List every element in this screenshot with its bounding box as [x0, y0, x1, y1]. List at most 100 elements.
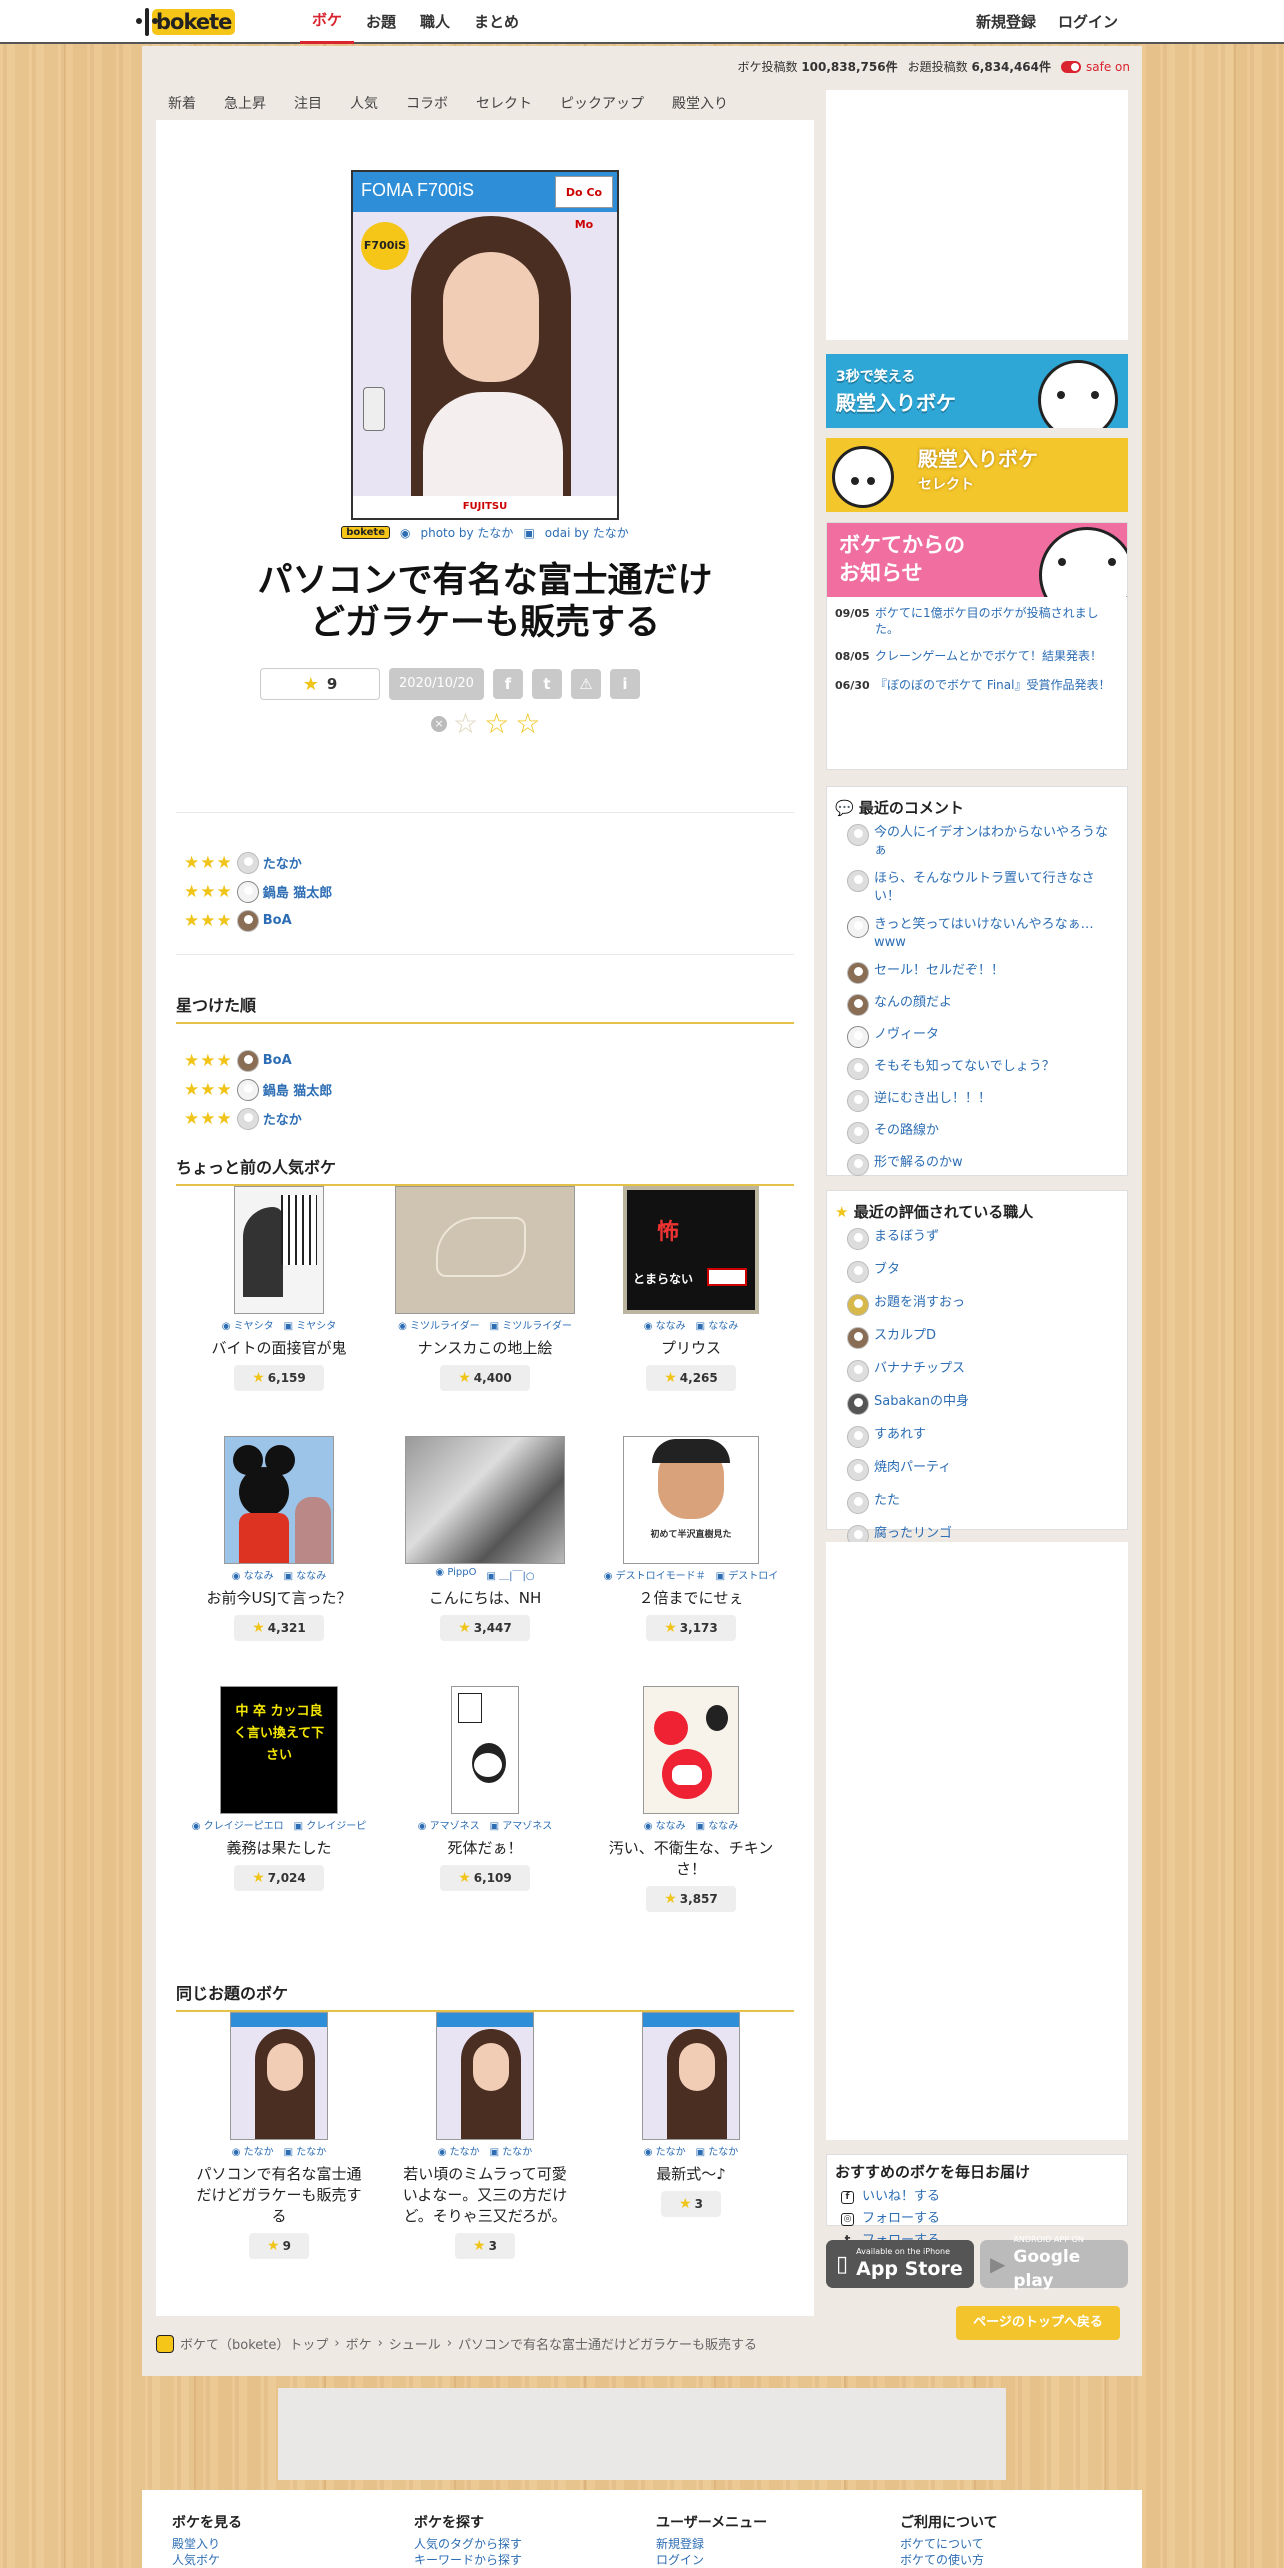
rate-star-1[interactable]: ☆ [453, 710, 478, 738]
odai-credit-link[interactable]: odai by たなか [545, 524, 629, 541]
clear-rating-icon[interactable]: × [431, 716, 447, 732]
rate-star-3[interactable]: ☆ [515, 710, 540, 738]
boke-caption[interactable]: ２倍までにせぇ [588, 1588, 794, 1609]
google-play-button[interactable]: ▶ ANDROID APP ON Google play [980, 2235, 1128, 2291]
tab-collab[interactable]: コラボ [392, 90, 462, 118]
boke-thumbnail[interactable] [643, 1686, 739, 1814]
tab-select[interactable]: セレクト [462, 90, 546, 118]
safe-mode-toggle[interactable]: safe on [1061, 60, 1130, 74]
boke-caption[interactable]: 汚い、不衛生な、チキンさ！ [588, 1838, 794, 1880]
login-link[interactable]: ログイン [1047, 0, 1129, 44]
twitter-share-icon[interactable]: t [531, 669, 562, 699]
rater-name[interactable]: BoA [263, 913, 292, 928]
boke-credits: ◉ ななみ ▣ ななみ [176, 1567, 382, 1582]
facebook-like-link[interactable]: f いいね！する [841, 2186, 1113, 2208]
boke-thumbnail[interactable] [224, 1436, 334, 1564]
avatar [847, 1058, 869, 1080]
hall-of-fame-banner[interactable]: 3秒で笑える 殿堂入りボケ [826, 354, 1128, 428]
rater-name[interactable]: 鍋島 猫太郎 [263, 882, 333, 901]
rater-row: ★★★ BoA [184, 909, 292, 932]
tab-rising[interactable]: 急上昇 [210, 90, 280, 118]
info-icon[interactable]: i [609, 669, 640, 699]
report-icon[interactable]: ⚠ [570, 669, 601, 699]
boke-credits: ◉ アマゾネス ▣ アマゾネス [382, 1817, 588, 1832]
boke-card[interactable]: ◉ PippO ▣ ＿|￣|○ こんにちは、NH ★ 3,447 [382, 1436, 588, 1641]
boke-caption[interactable]: バイトの面接官が鬼 [176, 1338, 382, 1359]
nav-matome[interactable]: まとめ [462, 0, 531, 44]
rating-input: × ☆ ☆ ☆ [431, 710, 540, 738]
boke-thumbnail[interactable]: 怖 とまらない [623, 1186, 759, 1314]
boke-credits: ◉ PippO ▣ ＿|￣|○ [382, 1567, 588, 1582]
boke-card[interactable]: ◉ ななみ ▣ ななみ 汚い、不衛生な、チキンさ！ ★ 3,857 [588, 1686, 794, 1912]
rater-name[interactable]: たなか [263, 853, 302, 872]
avatar [847, 1090, 869, 1112]
rater-name[interactable]: たなか [263, 1109, 302, 1128]
boke-card[interactable]: ◉ ななみ ▣ ななみ お前今USJて言った？ ★ 4,321 [176, 1436, 382, 1641]
star-icon: ★ [302, 673, 319, 695]
boke-card[interactable]: ◉ ミヤシタ ▣ ミヤシタ バイトの面接官が鬼 ★ 6,159 [176, 1186, 382, 1391]
boke-caption[interactable]: 死体だぁ！ [382, 1838, 588, 1859]
rater-name[interactable]: BoA [263, 1053, 292, 1068]
rate-star-2[interactable]: ☆ [484, 710, 509, 738]
boke-credits: ◉ たなか ▣ たなか [382, 2143, 588, 2158]
news-banner: ボケてからの お知らせ [827, 523, 1127, 597]
boke-thumbnail[interactable]: 中 卒 カッコ良く言い換えて下さい [220, 1686, 338, 1814]
camera-icon: ◉ ななみ [643, 1821, 686, 1832]
boke-caption[interactable]: お前今USJて言った？ [176, 1588, 382, 1609]
camera-icon: ◉ PippO [435, 1567, 477, 1578]
boke-thumbnail[interactable] [642, 2012, 740, 2140]
nav-boke[interactable]: ボケ [300, 0, 355, 44]
cat-mascot-icon [1038, 360, 1118, 428]
boke-thumbnail[interactable] [436, 2012, 534, 2140]
star-count: ★ 3 [455, 2233, 515, 2259]
boke-card[interactable]: ◉ たなか ▣ たなか パソコンで有名な富士通だけどガラケーも販売する ★ 9 [176, 2012, 382, 2259]
facebook-share-icon[interactable]: f [492, 669, 523, 699]
back-to-top-button[interactable]: ページのトップへ戻る [956, 2306, 1120, 2340]
apple-icon: ▯ [836, 2251, 849, 2277]
boke-caption[interactable]: 最新式〜♪ [588, 2164, 794, 2185]
signup-link[interactable]: 新規登録 [965, 0, 1047, 44]
boke-thumbnail[interactable]: 初めて半沢直樹見た [623, 1436, 759, 1564]
tab-pickup[interactable]: ピックアップ [546, 90, 658, 118]
boke-caption[interactable]: プリウス [588, 1338, 794, 1359]
boke-card[interactable]: ◉ アマゾネス ▣ アマゾネス 死体だぁ！ ★ 6,109 [382, 1686, 588, 1891]
boke-credits: ◉ クレイジーピエロ ▣ クレイジーピ [176, 1817, 382, 1832]
boke-thumbnail[interactable] [234, 1186, 324, 1314]
boke-actions: ★ 9 2020/10/20 f t ⚠ i [260, 668, 640, 700]
avatar [847, 1393, 869, 1415]
boke-card[interactable]: ◉ たなか ▣ たなか 最新式〜♪ ★ 3 [588, 2012, 794, 2217]
boke-thumbnail[interactable] [230, 2012, 328, 2140]
artisan-item: すあれす [847, 1426, 1117, 1448]
odai-image[interactable]: FOMA F700iS Do Co Mo F700iS FUJITSU [351, 170, 619, 520]
boke-caption[interactable]: 義務は果たした [176, 1838, 382, 1859]
image-icon: ▣ ななみ [283, 1571, 327, 1582]
nav-shokunin[interactable]: 職人 [408, 0, 462, 44]
boke-card[interactable]: ◉ ミツルライダー ▣ ミツルライダー ナンスカこの地上絵 ★ 4,400 [382, 1186, 588, 1391]
boke-card[interactable]: 初めて半沢直樹見た ◉ デストロイモード＃ ▣ デストロイ ２倍までにせぇ ★ 3,… [588, 1436, 794, 1641]
boke-thumbnail[interactable] [405, 1436, 565, 1564]
tab-featured[interactable]: 注目 [280, 90, 336, 118]
boke-card[interactable]: 中 卒 カッコ良く言い換えて下さい ◉ クレイジーピエロ ▣ クレイジーピ 義務は… [176, 1686, 382, 1891]
tab-popular[interactable]: 人気 [336, 90, 392, 118]
boke-caption[interactable]: パソコンで有名な富士通だけどガラケーも販売する [176, 2164, 382, 2227]
boke-thumbnail[interactable] [395, 1186, 575, 1314]
bokete-logo[interactable]: bokete [136, 7, 236, 37]
boke-caption[interactable]: 若い頃のミムラって可愛いよなー。又三の方だけど。そりゃ三又だろが。 [382, 2164, 588, 2227]
tab-new[interactable]: 新着 [154, 90, 210, 118]
boke-card[interactable]: 怖 とまらない ◉ ななみ ▣ ななみ プリウス ★ 4,265 [588, 1186, 794, 1391]
photo-credit-link[interactable]: photo by たなか [420, 524, 513, 541]
boke-caption[interactable]: こんにちは、NH [382, 1588, 588, 1609]
star-icon: ★ [267, 2238, 280, 2254]
instagram-follow-link[interactable]: ◎ フォローする [841, 2208, 1113, 2230]
boke-caption[interactable]: ナンスカこの地上絵 [382, 1338, 588, 1359]
camera-icon: ◉ アマゾネス [417, 1821, 480, 1832]
home-icon [156, 2334, 174, 2353]
nav-odai[interactable]: お題 [354, 0, 408, 44]
boke-thumbnail[interactable] [451, 1686, 519, 1814]
news-item: 08/05 クレーンゲームとかでボケて！結果発表！ [835, 649, 1103, 663]
app-store-button[interactable]: ▯ Available on the iPhone App Store [826, 2240, 974, 2288]
rater-name[interactable]: 鍋島 猫太郎 [263, 1080, 333, 1099]
tab-hall-of-fame[interactable]: 殿堂入り [658, 90, 742, 118]
boke-card[interactable]: ◉ たなか ▣ たなか 若い頃のミムラって可愛いよなー。又三の方だけど。そりゃ三又… [382, 2012, 588, 2259]
hall-of-fame-select-banner[interactable]: 殿堂入りボケ セレクト [826, 438, 1128, 512]
